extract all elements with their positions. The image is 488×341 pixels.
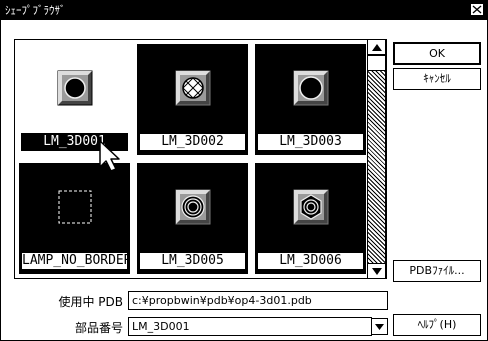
close-icon: [472, 5, 482, 14]
scroll-track[interactable]: [367, 71, 386, 263]
close-button[interactable]: [470, 3, 484, 16]
pdb-path-field: c:¥propbwin¥pdb¥op4-3d01.pdb: [128, 291, 388, 310]
ok-button[interactable]: OK: [393, 42, 481, 65]
shape-cell-3[interactable]: LM_3D003: [255, 44, 366, 155]
scroll-up-button[interactable]: [367, 39, 386, 55]
window-title: ｼｪｰﾌﾟﾌﾞﾗｳｻﾞ: [5, 4, 66, 17]
ring-lamp-icon: [175, 189, 211, 225]
scroll-thumb[interactable]: [367, 55, 386, 71]
part-number-dropdown-button[interactable]: [371, 318, 388, 335]
shape-cell-2[interactable]: LM_3D002: [137, 44, 248, 155]
hex-ring-lamp-icon: [293, 189, 329, 225]
help-button[interactable]: ﾍﾙﾌﾟ(H): [393, 314, 481, 336]
shape-cell-4[interactable]: LAMP_NO_BORDER: [19, 163, 130, 274]
shape-label-5: LM_3D005: [139, 252, 246, 270]
shape-label-6: LM_3D006: [257, 252, 364, 270]
shape-cell-6[interactable]: LM_3D006: [255, 163, 366, 274]
crosshatch-lamp-icon: [175, 70, 211, 106]
round-lamp-icon: [57, 70, 93, 106]
arrow-down-icon: [372, 268, 382, 275]
cancel-button[interactable]: ｷｬﾝｾﾙ: [393, 68, 481, 90]
large-round-lamp-icon: [293, 70, 329, 106]
shape-browser-dialog: ｼｪｰﾌﾟﾌﾞﾗｳｻﾞ LM_3D001 LM_3D002 LM_3D003 L…: [0, 0, 488, 341]
dashed-border-lamp-icon: [58, 190, 92, 224]
part-number-select[interactable]: LM_3D001: [128, 317, 372, 336]
grid-vertical-scrollbar[interactable]: [367, 39, 386, 279]
title-bar: ｼｪｰﾌﾟﾌﾞﾗｳｻﾞ: [1, 1, 487, 20]
arrow-up-icon: [372, 44, 382, 51]
shape-label-2: LM_3D002: [139, 133, 246, 151]
pdb-label: 使用中 PDB: [58, 295, 123, 309]
pdb-file-button[interactable]: PDBﾌｧｲﾙ...: [393, 260, 481, 282]
shape-cell-5[interactable]: LM_3D005: [137, 163, 248, 274]
scroll-down-button[interactable]: [367, 263, 386, 279]
part-number-label: 部品番号: [74, 321, 123, 335]
shape-label-3: LM_3D003: [257, 133, 364, 151]
shape-label-4: LAMP_NO_BORDER: [21, 252, 128, 270]
chevron-down-icon: [375, 324, 384, 330]
mouse-pointer-icon: [99, 140, 120, 172]
shape-grid: LM_3D001 LM_3D002 LM_3D003 LAMP_NO_BORDE…: [14, 39, 387, 279]
